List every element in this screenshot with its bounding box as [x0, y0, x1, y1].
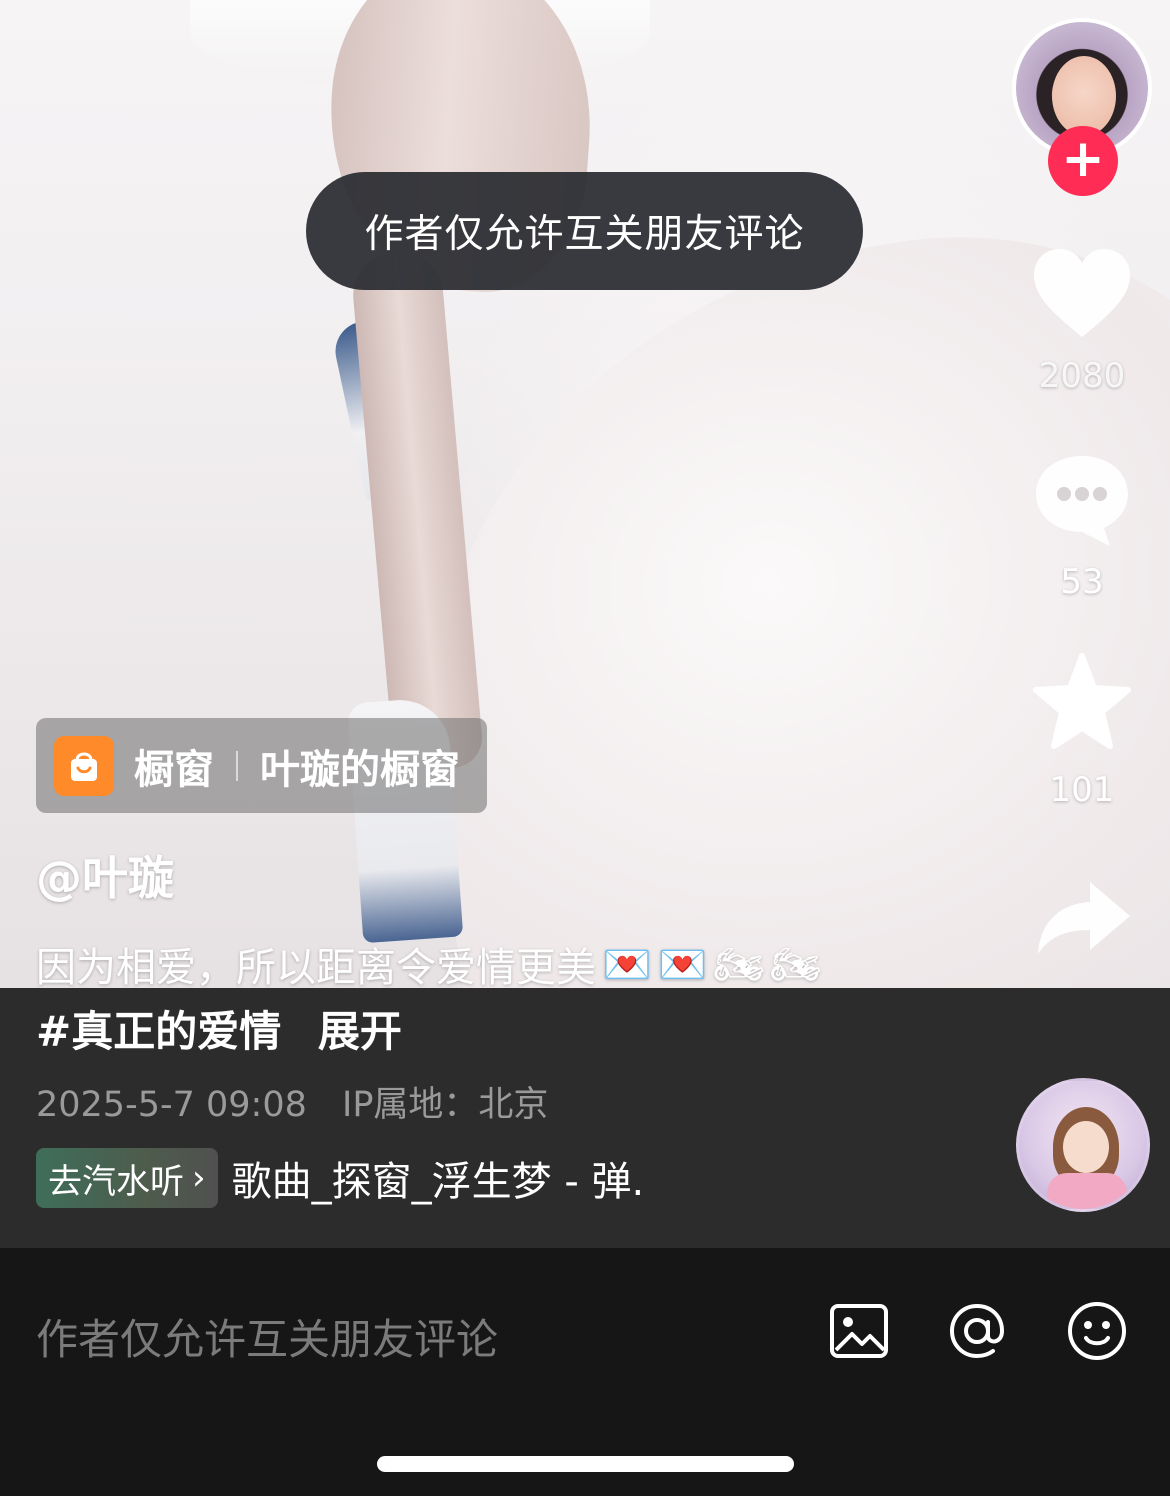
video-background[interactable] — [0, 0, 1170, 988]
motorcycle-emoji: 🏍 — [770, 941, 822, 988]
shop-name: 叶璇的橱窗 — [260, 746, 460, 793]
leg-lower — [349, 247, 485, 773]
open-in-qishui-button[interactable]: 去汽水听 › — [36, 1148, 218, 1208]
avatar-face — [1052, 56, 1116, 136]
shopping-bag-icon — [54, 735, 114, 796]
ip-location: IP属地：北京 — [342, 1085, 549, 1125]
post-caption: 因为相爱，所以距离令爱情更美 💌 💌 🏍 🏍 — [36, 935, 821, 993]
hashtag-link[interactable]: #真正的爱情 — [36, 1007, 281, 1056]
like-count: 2080 — [1038, 356, 1126, 396]
music-title[interactable]: 歌曲_探窗_浮生梦 - 弹. — [232, 1149, 645, 1207]
disc-body — [1047, 1173, 1127, 1209]
comment-input[interactable]: 作者仅允许互关朋友评论 — [36, 1306, 498, 1367]
share-icon[interactable] — [1030, 874, 1134, 974]
expand-link[interactable]: 展开 — [318, 1007, 402, 1056]
love-letter-emoji: 💌 — [657, 941, 708, 988]
music-disc-avatar[interactable] — [1016, 1078, 1150, 1212]
comment-icon[interactable] — [1030, 450, 1134, 550]
post-timestamp: 2025-5-7 09:08 — [36, 1085, 307, 1125]
at-icon[interactable] — [946, 1300, 1008, 1362]
shop-window-chip[interactable]: 橱窗 叶璇的橱窗 — [36, 718, 487, 813]
comment-restriction-toast: 作者仅允许互关朋友评论 — [306, 172, 863, 290]
author-name[interactable]: @叶璇 — [36, 842, 174, 908]
home-indicator[interactable] — [377, 1456, 794, 1472]
emoji-icon[interactable] — [1066, 1300, 1128, 1362]
music-chip-label: 去汽水听 — [48, 1161, 184, 1202]
follow-button[interactable]: + — [1048, 126, 1118, 196]
music-row: 去汽水听 › 歌曲_探窗_浮生梦 - 弹. — [36, 1148, 644, 1208]
hashtag-row: #真正的爱情 展开 — [36, 998, 402, 1059]
star-icon[interactable] — [1030, 652, 1134, 752]
favorite-count: 101 — [1049, 770, 1115, 810]
disc-face — [1063, 1121, 1109, 1173]
shop-divider — [236, 750, 238, 781]
heart-icon[interactable] — [1030, 245, 1134, 345]
chevron-right-icon: › — [192, 1158, 206, 1198]
image-icon[interactable] — [828, 1300, 890, 1362]
post-meta: 2025-5-7 09:08 IP属地：北京 — [36, 1076, 548, 1127]
comment-count: 53 — [1060, 562, 1104, 602]
shop-label: 橱窗 — [134, 746, 214, 793]
caption-text: 因为相爱，所以距离令爱情更美 — [36, 945, 596, 991]
motorcycle-emoji: 🏍 — [713, 941, 765, 988]
love-letter-emoji: 💌 — [602, 941, 652, 988]
